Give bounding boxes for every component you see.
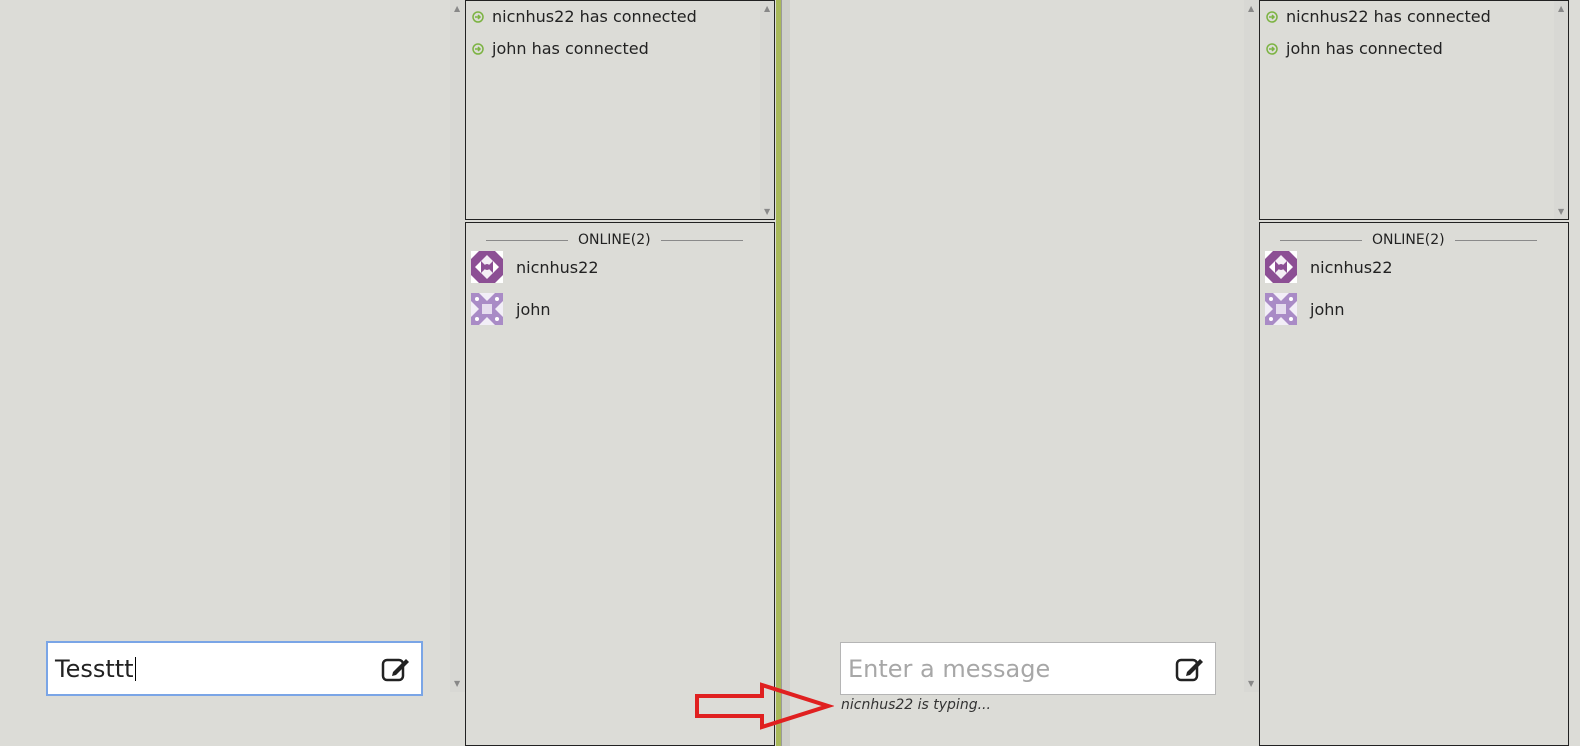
user-name: nicnhus22 (1310, 257, 1393, 277)
arrow-right-circle-icon (472, 10, 484, 23)
text-caret (134, 656, 136, 681)
scroll-up-icon[interactable]: ▲ (1558, 4, 1564, 13)
user-item[interactable]: nicnhus22 (471, 251, 599, 283)
scroll-up-icon[interactable]: ▲ (764, 4, 770, 13)
compose-icon[interactable] (380, 653, 412, 685)
log-entry: john has connected (1266, 39, 1443, 58)
log-entry-text: john has connected (492, 39, 649, 58)
right-message-input-placeholder: Enter a message (848, 654, 1051, 683)
left-message-input[interactable]: Tessttt (46, 641, 423, 696)
scroll-up-icon[interactable]: ▲ (1248, 4, 1254, 13)
user-name: john (516, 299, 551, 319)
arrow-right-circle-icon (472, 42, 484, 55)
left-connection-log: nicnhus22 has connected john has connect… (465, 0, 775, 220)
arrow-right-circle-icon (1266, 42, 1278, 55)
window-divider-edge (781, 0, 790, 746)
scroll-up-icon[interactable]: ▲ (454, 4, 460, 13)
avatar (471, 293, 503, 325)
online-count: ONLINE(2) (1372, 232, 1445, 248)
divider (486, 239, 568, 241)
compose-icon[interactable] (1174, 653, 1206, 685)
red-arrow (695, 682, 834, 730)
arrow-right-circle-icon (1266, 10, 1278, 23)
right-message-input[interactable]: Enter a message (840, 642, 1216, 695)
log-entry: john has connected (472, 39, 649, 58)
scroll-down-icon[interactable]: ▼ (1558, 207, 1564, 216)
left-message-input-value: Tessttt (55, 654, 134, 683)
user-item[interactable]: nicnhus22 (1265, 251, 1393, 283)
log-entry: nicnhus22 has connected (1266, 7, 1491, 26)
scroll-down-icon[interactable]: ▼ (764, 207, 770, 216)
divider (1454, 239, 1537, 241)
online-count: ONLINE(2) (578, 232, 651, 248)
divider (1280, 239, 1362, 241)
user-item[interactable]: john (471, 293, 551, 325)
user-name: nicnhus22 (516, 257, 599, 277)
avatar (471, 251, 503, 283)
scroll-down-icon[interactable]: ▼ (1248, 679, 1254, 688)
log-entry: nicnhus22 has connected (472, 7, 697, 26)
log-entry-text: nicnhus22 has connected (492, 7, 697, 26)
scroll-down-icon[interactable]: ▼ (454, 679, 460, 688)
right-connection-log: nicnhus22 has connected john has connect… (1259, 0, 1569, 220)
left-chat-scrollbar[interactable]: ▲ ▼ (450, 0, 465, 692)
right-chat-scrollbar[interactable]: ▲ ▼ (1244, 0, 1259, 692)
online-header: ONLINE(2) (1280, 232, 1537, 248)
user-item[interactable]: john (1265, 293, 1345, 325)
right-online-users: ONLINE(2) nicnhus22 john (1259, 222, 1569, 746)
typing-indicator: nicnhus22 is typing... (841, 697, 991, 713)
log-entry-text: john has connected (1286, 39, 1443, 58)
log-scrollbar[interactable]: ▲ ▼ (760, 1, 774, 219)
left-online-users: ONLINE(2) nicnhus22 john (465, 222, 775, 746)
avatar (1265, 251, 1297, 283)
user-name: john (1310, 299, 1345, 319)
log-scrollbar[interactable]: ▲ ▼ (1554, 1, 1568, 219)
divider (660, 239, 743, 241)
avatar (1265, 293, 1297, 325)
online-header: ONLINE(2) (486, 232, 743, 248)
log-entry-text: nicnhus22 has connected (1286, 7, 1491, 26)
